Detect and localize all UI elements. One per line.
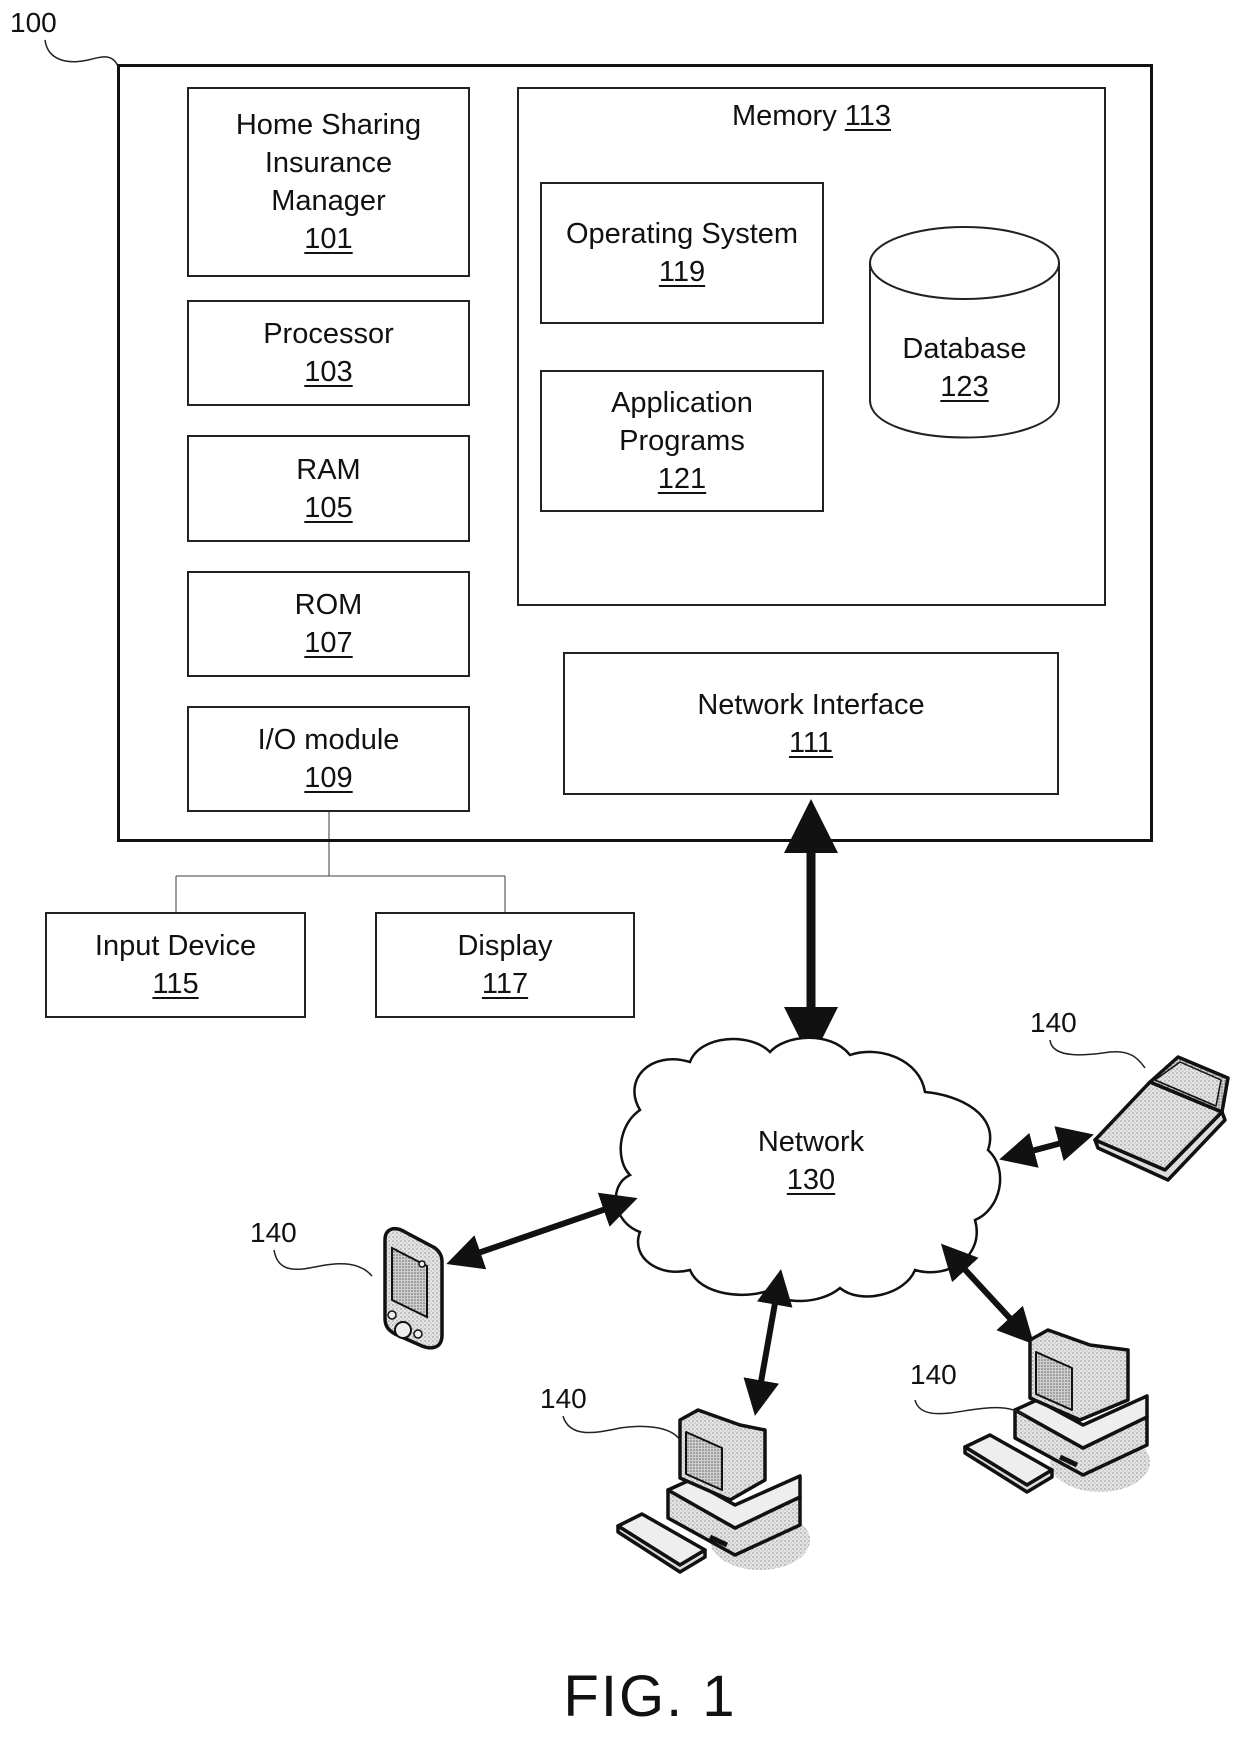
component-label: Network Interface	[697, 688, 925, 721]
rom-box[interactable]: ROM 107	[187, 571, 470, 677]
device-ref-label: 140	[910, 1359, 957, 1390]
network-interface-box[interactable]: Network Interface 111	[563, 652, 1059, 795]
component-label: I/O module	[257, 724, 400, 756]
component-ref: 101	[304, 223, 353, 255]
component-label: Insurance	[264, 147, 393, 179]
operating-system-box[interactable]: Operating System 119	[540, 182, 824, 324]
pda-leader-line	[273, 1249, 373, 1277]
system-ref-label: 100	[10, 7, 57, 38]
pda-icon	[383, 1226, 444, 1350]
component-label: Home Sharing	[235, 109, 422, 141]
component-ref: 109	[304, 762, 353, 794]
component-ref: 121	[657, 463, 707, 495]
desktop-1-leader-line	[562, 1415, 681, 1441]
desktop-icon	[616, 1408, 810, 1574]
component-label: ROM	[294, 589, 363, 621]
component-ref: 103	[304, 356, 353, 388]
component-label: Manager	[271, 185, 386, 217]
component-ref: 105	[304, 491, 353, 524]
figure-caption: FIG. 1	[563, 1664, 737, 1729]
laptop-arrow	[999, 1126, 1094, 1168]
component-label: Application	[611, 387, 753, 419]
network-name: Network	[757, 1126, 865, 1158]
display-box[interactable]: Display 117	[375, 912, 635, 1018]
ram-box[interactable]: RAM 105	[187, 435, 470, 542]
desktop-icon	[963, 1328, 1150, 1494]
database-label[interactable]: Database 123	[870, 330, 1059, 406]
component-label: Processor	[263, 318, 394, 350]
home-sharing-insurance-manager-box[interactable]: Home Sharing Insurance Manager 101	[187, 87, 470, 277]
pda-arrow	[446, 1192, 638, 1270]
component-ref: 111	[788, 726, 834, 759]
device-ref-label: 140	[250, 1217, 297, 1248]
component-ref: 115	[152, 968, 199, 1000]
processor-box[interactable]: Processor 103	[187, 300, 470, 406]
laptop-icon	[1093, 1055, 1230, 1182]
component-ref: 119	[658, 256, 706, 288]
network-ref: 130	[786, 1164, 836, 1196]
network-label[interactable]: Network 130	[730, 1123, 892, 1199]
device-ref-label: 140	[1030, 1007, 1077, 1038]
component-label: Operating System	[565, 218, 799, 250]
component-ref: 107	[304, 627, 353, 659]
device-ref-label: 140	[540, 1383, 587, 1414]
component-label: Memory	[731, 100, 837, 132]
component-label: RAM	[296, 453, 361, 486]
component-ref: 113	[844, 100, 892, 132]
desktop-1-arrow	[743, 1269, 793, 1416]
component-label: Display	[457, 930, 553, 962]
laptop-leader-line	[1049, 1039, 1146, 1069]
component-ref: 123	[940, 371, 989, 403]
component-ref: 117	[481, 968, 529, 1000]
input-device-box[interactable]: Input Device 115	[45, 912, 306, 1018]
io-module-box[interactable]: I/O module 109	[187, 706, 470, 812]
desktop-2-arrow	[940, 1243, 1035, 1345]
component-label: Input Device	[94, 930, 257, 962]
component-label: Database	[902, 333, 1027, 365]
system-leader-line	[44, 39, 119, 67]
component-label: Programs	[619, 425, 745, 457]
desktop-2-leader-line	[914, 1399, 1026, 1417]
application-programs-box[interactable]: Application Programs 121	[540, 370, 824, 512]
